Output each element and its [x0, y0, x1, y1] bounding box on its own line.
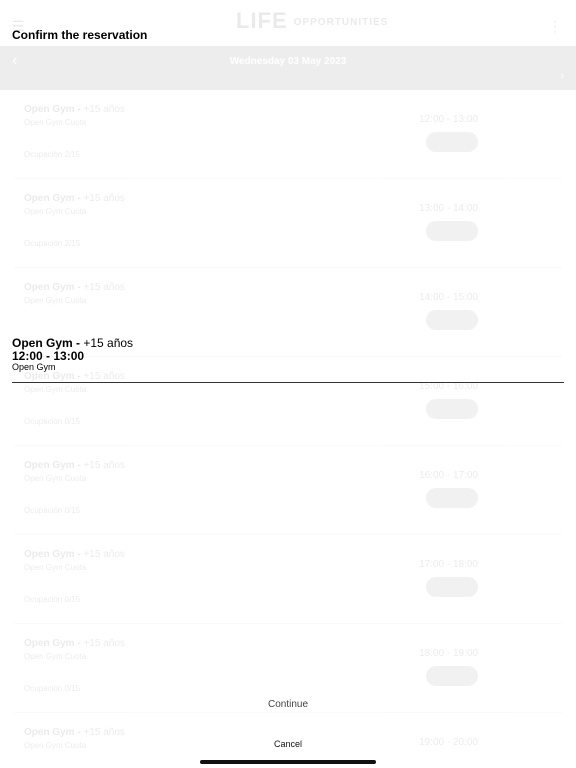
- cancel-button[interactable]: Cancel: [0, 739, 576, 749]
- class-list: Open Gym - +15 años Open Gym Cuota Ocupa…: [0, 90, 576, 768]
- sheet-title: Confirm the reservation: [12, 28, 148, 42]
- reserve-button: [426, 132, 478, 152]
- reserve-button: [426, 399, 478, 419]
- class-name: Open Gym - +15 años: [12, 336, 133, 350]
- date-bar: ‹ Wednesday 03 May 2023 ›: [0, 46, 576, 90]
- class-time: 12:00 - 13:00: [12, 349, 85, 363]
- class-age: +15 años: [80, 336, 134, 350]
- reserve-button: [426, 666, 478, 686]
- list-item: Open Gym - +15 años Open Gym Cuota Ocupa…: [14, 535, 562, 624]
- app-logo: LIFE OPPORTUNITIES: [236, 8, 389, 33]
- reserve-button: [426, 221, 478, 241]
- reserve-button: [426, 310, 478, 330]
- background-app: ☰ LIFE OPPORTUNITIES ⋮ ‹ Wednesday 03 May…: [0, 0, 576, 768]
- list-item: Open Gym - +15 años Open Gym Cuota Ocupa…: [14, 179, 562, 268]
- list-item: Open Gym - +15 años Open Gym Cuota Ocupa…: [14, 90, 562, 179]
- list-item: Open Gym - +15 años Open Gym Cuota Ocupa…: [14, 446, 562, 535]
- reserve-button: [426, 488, 478, 508]
- chevron-right-icon: ›: [560, 70, 564, 82]
- divider: [12, 382, 564, 383]
- list-item: Open Gym - +15 años Open Gym Cuota Ocupa…: [14, 357, 562, 446]
- options-icon: ⋮: [548, 18, 562, 34]
- chevron-left-icon: ‹: [12, 52, 18, 69]
- class-title: Open Gym -: [12, 336, 81, 350]
- continue-button[interactable]: Continue: [0, 699, 576, 710]
- date-title: Wednesday 03 May 2023: [229, 56, 347, 67]
- home-indicator: [200, 760, 376, 764]
- class-subtitle: Open Gym: [12, 362, 56, 372]
- reserve-button: [426, 577, 478, 597]
